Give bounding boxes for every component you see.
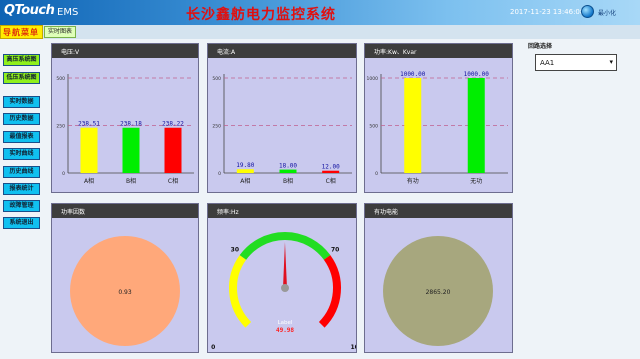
gauge-band-0 — [229, 255, 252, 328]
sidebar-item-history-data[interactable]: 历史数据 — [3, 113, 40, 125]
x-tick-label-2: C相 — [168, 177, 178, 185]
globe-icon[interactable] — [581, 5, 594, 18]
app-window: QTouch EMS 长沙鑫舫电力监控系统 2017-11-23 13:46:0… — [0, 0, 640, 359]
gauge-tick-label-0: 0 — [211, 344, 215, 351]
power-factor-panel: 功率因数 0.93 — [51, 203, 199, 353]
gauge-tick-label-1: 30 — [231, 247, 239, 254]
sidebar-item-realtime-curve[interactable]: 实时曲线 — [3, 148, 40, 160]
power-factor-panel-title: 功率因数 — [61, 209, 86, 216]
power-panel: 功率:Kw、Kvar 0 500 1000 1000.00 有功 1000.00 无功 — [364, 43, 513, 193]
current-panel: 电流:A 0 250 500 19.80 A相 18.00 B相 12.00 C相 — [207, 43, 357, 193]
y-tick-label-0: 0 — [218, 171, 221, 177]
frequency-panel-header: 频率:Hz — [208, 204, 356, 218]
power-factor-panel-header: 功率因数 — [52, 204, 198, 218]
energy-value: 2865.20 — [426, 289, 451, 296]
gauge-value: 49.98 — [276, 327, 294, 334]
chevron-down-icon[interactable]: ▾ — [609, 58, 613, 66]
bar-value-label-0: 1000.00 — [400, 71, 426, 78]
loop-select-value: AA1 — [540, 59, 555, 67]
sidebar-item-extreme-report[interactable]: 最值报表 — [3, 131, 40, 143]
y-tick-label-1: 250 — [212, 124, 221, 130]
loop-select[interactable]: AA1 ▾ — [535, 54, 617, 71]
bar-value-label-1: 18.00 — [279, 163, 297, 170]
sidebar-item-report-stats[interactable]: 报表统计 — [3, 183, 40, 195]
tab-strip — [43, 25, 640, 39]
bar-value-label-0: 19.80 — [236, 162, 254, 169]
y-tick-label-0: 0 — [375, 171, 378, 177]
header-bar: QTouch EMS 长沙鑫舫电力监控系统 2017-11-23 13:46:0… — [0, 0, 640, 25]
bar-value-label-1: 238.18 — [120, 121, 142, 128]
voltage-panel: 电压:V 0 250 500 238.51 A相 238.18 B相 238.22 C相 — [51, 43, 199, 193]
bar-2 — [322, 170, 340, 173]
frequency-panel: 频率:Hz 0 30 70 100 Label49.98 — [207, 203, 357, 353]
gauge-hub — [281, 284, 289, 292]
frequency-gauge: 0 30 70 100 Label49.98 — [211, 232, 356, 351]
bar-value-label-1: 1000.00 — [464, 71, 490, 78]
y-tick-label-2: 1000 — [367, 76, 379, 82]
power-panel-title: 功率:Kw、Kvar — [374, 49, 417, 56]
x-tick-label-1: 无功 — [470, 177, 482, 185]
x-tick-label-0: A相 — [240, 177, 250, 185]
sidebar-item-system-exit[interactable]: 系统退出 — [3, 217, 40, 229]
minimize-label[interactable]: 最小化 — [598, 8, 616, 17]
bar-0 — [80, 127, 98, 173]
datetime-display: 2017-11-23 13:46:08 — [510, 8, 585, 16]
energy-panel: 有功电能 2865.20 — [364, 203, 513, 353]
sidebar-item-hv-diagram[interactable]: 高压系统图 — [3, 54, 40, 66]
energy-display: 2865.20 — [383, 236, 493, 346]
x-tick-label-1: B相 — [126, 177, 136, 185]
x-tick-label-1: B相 — [283, 177, 293, 185]
sidebar-item-fault-management[interactable]: 故障管理 — [3, 200, 40, 212]
y-tick-label-1: 500 — [369, 124, 378, 130]
bar-value-label-0: 238.51 — [78, 121, 100, 128]
gauge-tick-label-3: 100 — [351, 344, 356, 351]
frequency-panel-title: 频率:Hz — [217, 209, 239, 216]
y-tick-label-2: 500 — [56, 76, 65, 82]
page-title: 长沙鑫舫电力监控系统 — [186, 7, 336, 23]
gauge-label: Label — [278, 320, 293, 326]
bar-0 — [404, 78, 422, 173]
x-tick-label-0: A相 — [84, 177, 94, 185]
tab-realtime-chart[interactable]: 实时图表 — [44, 26, 76, 38]
sidebar-item-history-curve[interactable]: 历史曲线 — [3, 166, 40, 178]
bar-1 — [279, 169, 297, 173]
x-tick-label-2: C相 — [326, 177, 336, 185]
bar-1 — [122, 127, 140, 173]
gauge-needle — [283, 242, 287, 289]
y-tick-label-0: 0 — [62, 171, 65, 177]
sidebar-item-lv-diagram[interactable]: 低压系统图 — [3, 72, 40, 84]
sidebar: 高压系统图 低压系统图 实时数据 历史数据 最值报表 实时曲线 历史曲线 报表统… — [0, 39, 42, 359]
bar-1 — [467, 78, 485, 173]
voltage-panel-header: 电压:V — [52, 44, 198, 58]
power-bar-chart: 0 500 1000 1000.00 有功 1000.00 无功 — [367, 71, 508, 185]
qtouch-logo: QTouch — [4, 3, 55, 18]
y-tick-label-1: 250 — [56, 124, 65, 130]
bar-value-label-2: 238.22 — [162, 121, 184, 128]
sidebar-item-realtime-data[interactable]: 实时数据 — [3, 96, 40, 108]
gauge-band-2 — [318, 255, 341, 328]
ems-label: EMS — [57, 7, 79, 18]
power-panel-header: 功率:Kw、Kvar — [365, 44, 512, 58]
loop-select-label: 回路选择 — [528, 43, 553, 50]
voltage-bar-chart: 0 250 500 238.51 A相 238.18 B相 238.22 C相 — [56, 74, 194, 185]
nav-menu-title-text: 导航菜单 — [3, 28, 39, 37]
y-tick-label-2: 500 — [212, 76, 221, 82]
energy-panel-title: 有功电能 — [374, 209, 399, 216]
energy-panel-header: 有功电能 — [365, 204, 512, 218]
x-tick-label-0: 有功 — [407, 177, 419, 185]
bar-0 — [236, 169, 254, 173]
bar-2 — [164, 127, 182, 173]
gauge-tick-label-2: 70 — [331, 247, 339, 254]
current-bar-chart: 0 250 500 19.80 A相 18.00 B相 12.00 C相 — [212, 74, 352, 185]
power-factor-value: 0.93 — [118, 289, 132, 296]
power-factor-display: 0.93 — [70, 236, 180, 346]
voltage-panel-title: 电压:V — [61, 49, 80, 56]
current-panel-header: 电流:A — [208, 44, 356, 58]
nav-menu-title: 导航菜单 — [0, 25, 43, 39]
bar-value-label-2: 12.00 — [322, 164, 340, 171]
current-panel-title: 电流:A — [217, 49, 236, 56]
